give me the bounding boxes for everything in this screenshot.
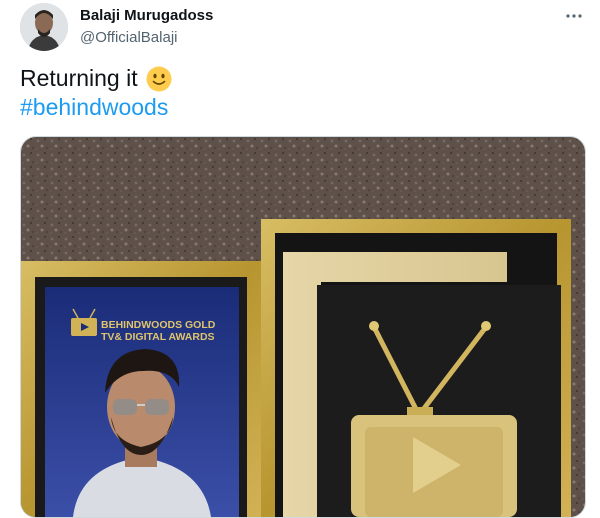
award-logo-line1: BEHINDWOODS GOLD [101,319,216,331]
more-horizontal-icon [566,14,582,18]
author-handle[interactable]: @OfficialBalaji [80,28,213,48]
tweet-body: Returning it [20,65,138,91]
hashtag-link[interactable]: #behindwoods [20,93,172,122]
tweet-text: Returning it #behindwoods [20,64,172,122]
tweet-author: Balaji Murugadoss @OfficialBalaji [80,6,213,48]
tweet-media-photo[interactable]: BEHINDWOODS GOLD TV& DIGITAL AWARDS [20,136,586,518]
author-display-name[interactable]: Balaji Murugadoss [80,6,213,26]
award-logo-line2: TV& DIGITAL AWARDS [101,331,215,343]
avatar[interactable] [20,3,68,51]
avatar-image [20,3,68,51]
award-photo: BEHINDWOODS GOLD TV& DIGITAL AWARDS [21,137,585,517]
slightly-smiling-face-icon [146,66,172,91]
more-options-button[interactable] [564,6,584,26]
